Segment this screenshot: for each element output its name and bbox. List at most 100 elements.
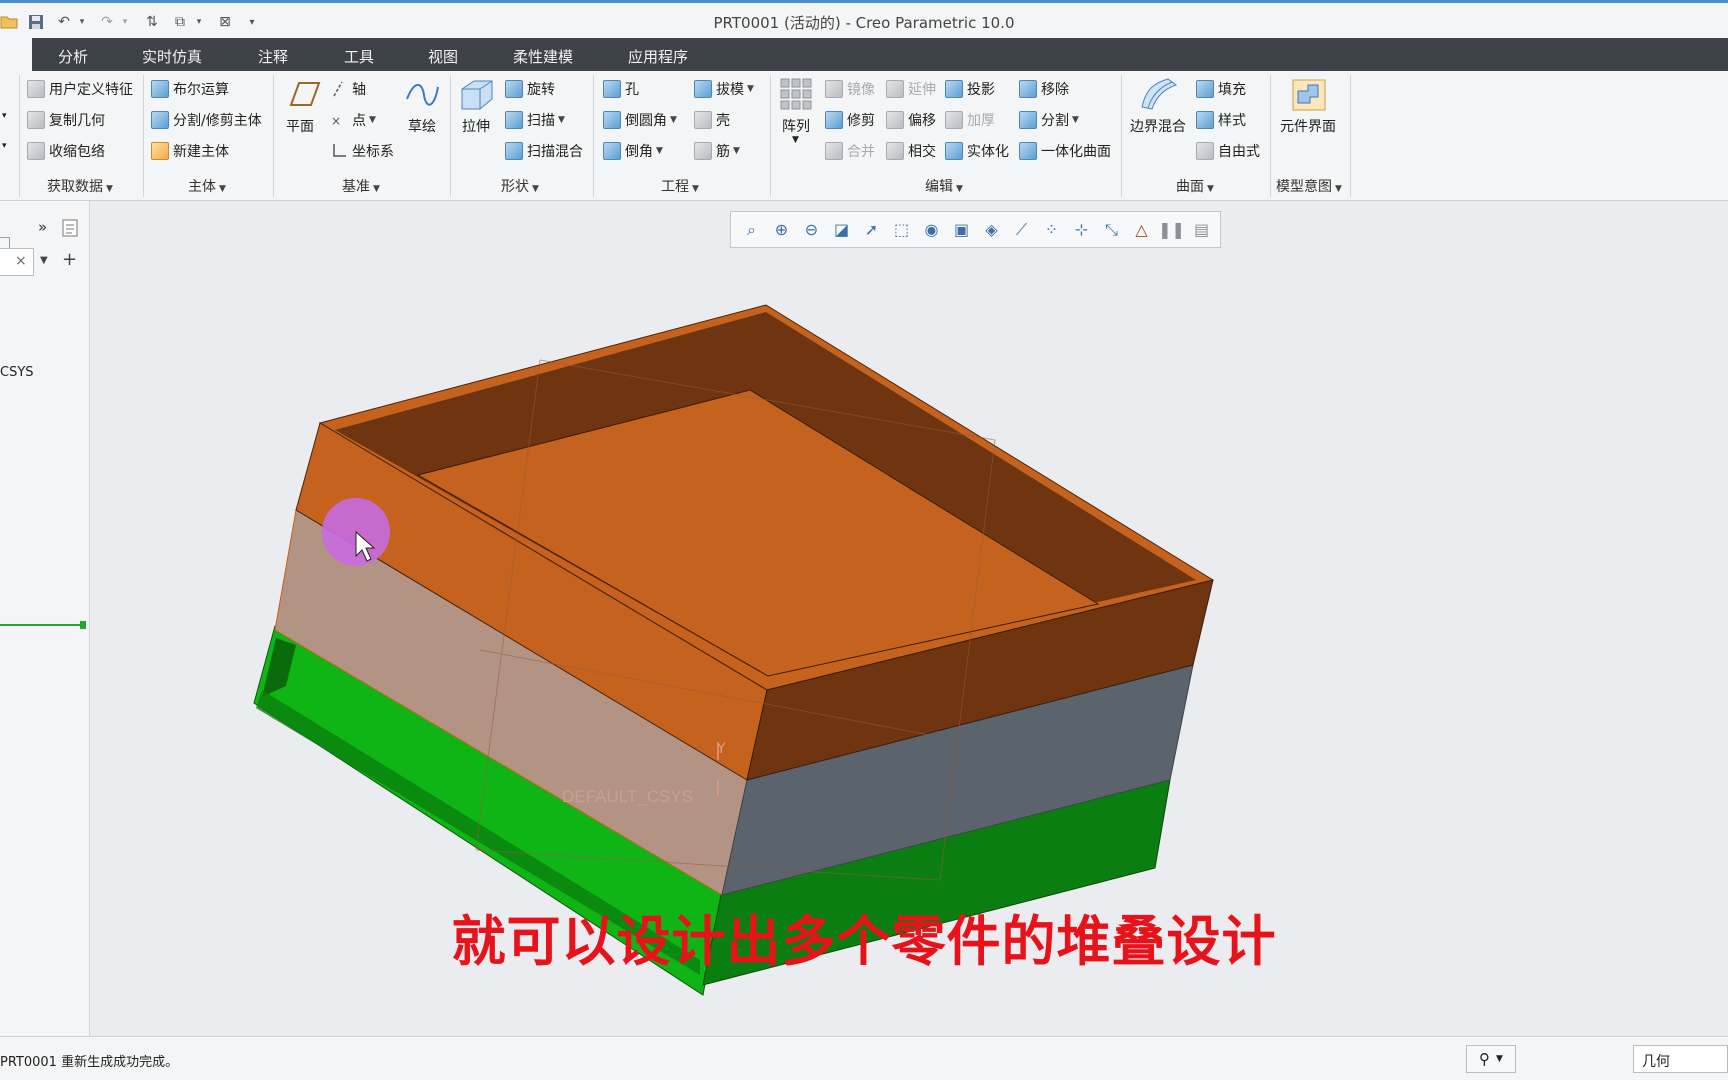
round-button[interactable]: 倒圆角 ▼ [603,110,677,130]
find-button[interactable]: ⚲ ▼ [1466,1045,1516,1073]
rib-button[interactable]: 筋 ▼ [694,141,740,161]
status-message: PRT0001 重新生成成功完成。 [0,1055,179,1070]
cut-off-dropdown-icon[interactable]: ▾ [2,141,7,151]
point-button[interactable]: × 点 ▼ [330,110,376,130]
tab-model[interactable] [0,38,32,71]
find-dropdown-icon[interactable]: ▼ [1496,1054,1503,1064]
csys-button[interactable]: 坐标系 [330,141,394,161]
offset-button[interactable]: 偏移 [886,110,936,130]
component-interface-icon[interactable] [1290,77,1328,117]
appearance-icon[interactable]: △ [1129,217,1154,242]
component-interface-button[interactable]: 元件界面 [1280,116,1336,136]
extrude-button[interactable]: 拉伸 [462,116,490,136]
round-icon [603,111,621,129]
shrinkwrap-button[interactable]: 收缩包络 [27,141,105,161]
clear-search-icon[interactable]: × [15,253,27,269]
extrude-icon[interactable] [458,77,496,117]
spin-center-icon[interactable]: ⊹ [1069,217,1094,242]
sweep-icon [505,111,523,129]
pattern-dropdown-icon[interactable]: ▼ [792,135,799,145]
tree-settings-icon[interactable] [62,219,78,241]
group-label-model-intent[interactable]: 模型意图 ▼ [1276,176,1342,196]
status-bar: PRT0001 重新生成成功完成。 ⚲ ▼ 几何 [0,1036,1728,1080]
tree-insert-line[interactable] [0,624,84,626]
boundary-blend-icon[interactable] [1138,75,1180,115]
display-style-icon[interactable]: ◉ [919,217,944,242]
draft-button[interactable]: 拔模 ▼ [694,79,754,99]
pause-icon[interactable]: ❚❚ [1158,217,1185,242]
new-body-button[interactable]: 新建主体 [151,141,229,161]
plane-icon[interactable] [283,79,321,113]
group-label-engineering[interactable]: 工程 ▼ [661,176,699,196]
project-button[interactable]: 投影 [945,79,995,99]
extend-button[interactable]: 延伸 [886,79,936,99]
trim-icon [825,111,843,129]
refit-icon[interactable]: ⌕ [739,217,764,242]
saved-orientations-icon[interactable]: ⬚ [889,217,914,242]
user-defined-feature-button[interactable]: 用户定义特征 [27,79,133,99]
group-label-surfaces[interactable]: 曲面 ▼ [1176,176,1214,196]
tab-tools[interactable]: 工具 [344,46,374,67]
group-label-body[interactable]: 主体 ▼ [188,176,226,196]
solidify-button[interactable]: 实体化 [945,141,1009,161]
group-label-shapes[interactable]: 形状 ▼ [501,176,539,196]
pattern-icon[interactable] [779,77,815,117]
trim-button[interactable]: 修剪 [825,110,875,130]
tab-annotate[interactable]: 注释 [258,46,288,67]
repaint-icon[interactable]: ◪ [829,217,854,242]
tab-live-simulation[interactable]: 实时仿真 [142,46,202,67]
thicken-button[interactable]: 加厚 [945,110,995,130]
swept-blend-button[interactable]: 扫描混合 [505,141,583,161]
expand-panel-icon[interactable]: » [38,218,47,236]
tab-view[interactable]: 视图 [428,46,458,67]
boolean-operations-button[interactable]: 布尔运算 [151,79,229,99]
plane-button[interactable]: 平面 [286,116,314,136]
revolve-button[interactable]: 旋转 [505,79,555,99]
boundary-blend-button[interactable]: 边界混合 [1130,116,1186,136]
search-dropdown-icon[interactable]: ▼ [40,255,48,266]
group-separator [19,75,20,197]
style-button[interactable]: 样式 [1196,110,1246,130]
orient-icon[interactable]: ➚ [859,217,884,242]
freestyle-button[interactable]: 自由式 [1196,141,1260,161]
chamfer-button[interactable]: 倒角 ▼ [603,141,663,161]
split-button[interactable]: 分割 ▼ [1019,110,1079,130]
add-icon[interactable]: + [62,249,77,270]
mirror-button[interactable]: 镜像 [825,79,875,99]
annotation-display-icon[interactable]: ⁘ [1039,217,1064,242]
solidify-icon [945,142,963,160]
shell-button[interactable]: 壳 [694,110,730,130]
selection-filter-select[interactable]: 几何 [1633,1045,1728,1073]
sweep-button[interactable]: 扫描 ▼ [505,110,565,130]
csys-display-icon[interactable]: ⤡ [1099,217,1124,242]
pattern-button[interactable]: 阵列 [782,116,810,136]
copy-geometry-button[interactable]: 复制几何 [27,110,105,130]
unify-surfaces-button[interactable]: 一体化曲面 [1019,141,1111,161]
csys-label: DEFAULT_CSYS [562,787,693,806]
tab-flexible-modeling[interactable]: 柔性建模 [513,46,573,67]
hole-button[interactable]: 孔 [603,79,639,99]
zoom-in-icon[interactable]: ⊕ [769,217,794,242]
tab-analysis[interactable]: 分析 [58,46,88,67]
zoom-out-icon[interactable]: ⊖ [799,217,824,242]
sketch-icon[interactable] [404,79,440,115]
merge-button[interactable]: 合并 [825,141,875,161]
datum-display-icon[interactable]: ⟋ [1009,217,1034,242]
intersect-button[interactable]: 相交 [886,141,936,161]
group-label-datum[interactable]: 基准 ▼ [342,176,380,196]
insert-arrow-icon[interactable] [80,621,86,629]
search-input[interactable]: × [0,248,34,276]
view-manager-icon[interactable]: ▣ [949,217,974,242]
fill-button[interactable]: 填充 [1196,79,1246,99]
axis-button[interactable]: 轴 [330,79,366,99]
remove-button[interactable]: 移除 [1019,79,1069,99]
sketch-button[interactable]: 草绘 [408,116,436,136]
tree-item-csys[interactable]: CSYS [0,365,34,380]
group-label-get-data[interactable]: 获取数据 ▼ [47,176,113,196]
tab-applications[interactable]: 应用程序 [628,46,688,67]
group-label-editing[interactable]: 编辑 ▼ [925,176,963,196]
cut-off-dropdown-icon[interactable]: ▾ [2,111,7,121]
split-trim-body-button[interactable]: 分割/修剪主体 [151,110,262,130]
feature-display-icon[interactable]: ▤ [1189,217,1214,242]
section-icon[interactable]: ◈ [979,217,1004,242]
